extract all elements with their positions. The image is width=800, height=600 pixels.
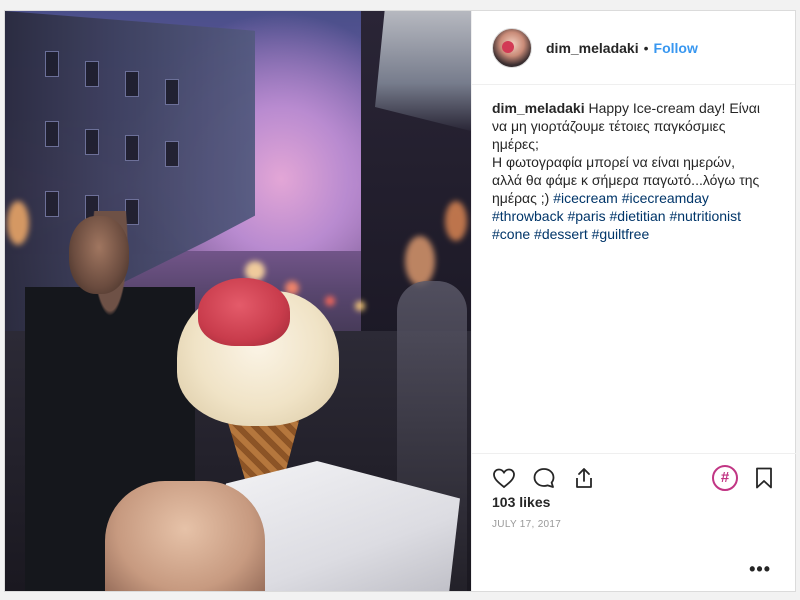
- hashtag-link[interactable]: #dessert: [534, 226, 588, 242]
- comment-button[interactable]: [532, 466, 556, 490]
- heart-icon: [493, 468, 515, 488]
- hashtag-link[interactable]: #dietitian: [610, 208, 666, 224]
- hashtag-link[interactable]: #icecreamday: [622, 190, 709, 206]
- caption-line-8: #cone #dessert #guiltfree: [492, 225, 775, 243]
- hashtag-link[interactable]: #cone: [492, 226, 530, 242]
- hashtag-link[interactable]: #nutritionist: [669, 208, 741, 224]
- like-button[interactable]: [492, 466, 516, 490]
- avatar[interactable]: [492, 27, 532, 68]
- caption-text-3: ημέρες;: [492, 136, 539, 152]
- caption-text-5: αλλά θα φάμε κ σήμερα παγωτό...λόγω της: [492, 172, 760, 188]
- post-header: dim_meladaki • Follow: [472, 11, 795, 85]
- author-username[interactable]: dim_meladaki: [546, 40, 639, 56]
- caption-text-2: να μη γιορτάζουμε τέτοιες παγκόσμιες: [492, 118, 726, 134]
- hashtag-link[interactable]: #icecream: [553, 190, 618, 206]
- caption-line-7: #throwback #paris #dietitian #nutritioni…: [492, 207, 775, 225]
- instagram-post: dim_meladaki • Follow dim_meladaki Happy…: [4, 10, 796, 592]
- hashtag-link[interactable]: #guiltfree: [592, 226, 650, 242]
- hashtag-badge-icon[interactable]: #: [712, 464, 738, 491]
- caption-text-6: ημέρας ;): [492, 190, 550, 206]
- hashtag-link[interactable]: #throwback: [492, 208, 564, 224]
- caption-username[interactable]: dim_meladaki: [492, 100, 585, 116]
- post-caption: dim_meladaki Happy Ice-cream day! Είναι …: [472, 85, 795, 453]
- follow-button[interactable]: Follow: [654, 40, 698, 56]
- share-button[interactable]: [572, 466, 596, 490]
- comment-icon: [533, 467, 555, 488]
- separator-dot: •: [643, 39, 649, 56]
- more-options-icon[interactable]: •••: [749, 559, 771, 580]
- share-icon: [576, 467, 592, 488]
- post-date[interactable]: JULY 17, 2017: [492, 519, 561, 530]
- hashtag-link[interactable]: #paris: [567, 208, 605, 224]
- caption-text-4: Η φωτογραφία μπορεί να είναι ημερών,: [492, 154, 735, 170]
- post-side-panel: dim_meladaki • Follow dim_meladaki Happy…: [471, 11, 796, 591]
- caption-line-6: ημέρας ;) #icecream #icecreamday: [492, 189, 775, 207]
- post-photo[interactable]: [5, 11, 471, 591]
- save-button[interactable]: [752, 466, 776, 490]
- bookmark-icon: [756, 467, 772, 488]
- caption-text-1: Happy Ice-cream day! Είναι: [588, 100, 761, 116]
- likes-count[interactable]: 103 likes: [492, 494, 550, 510]
